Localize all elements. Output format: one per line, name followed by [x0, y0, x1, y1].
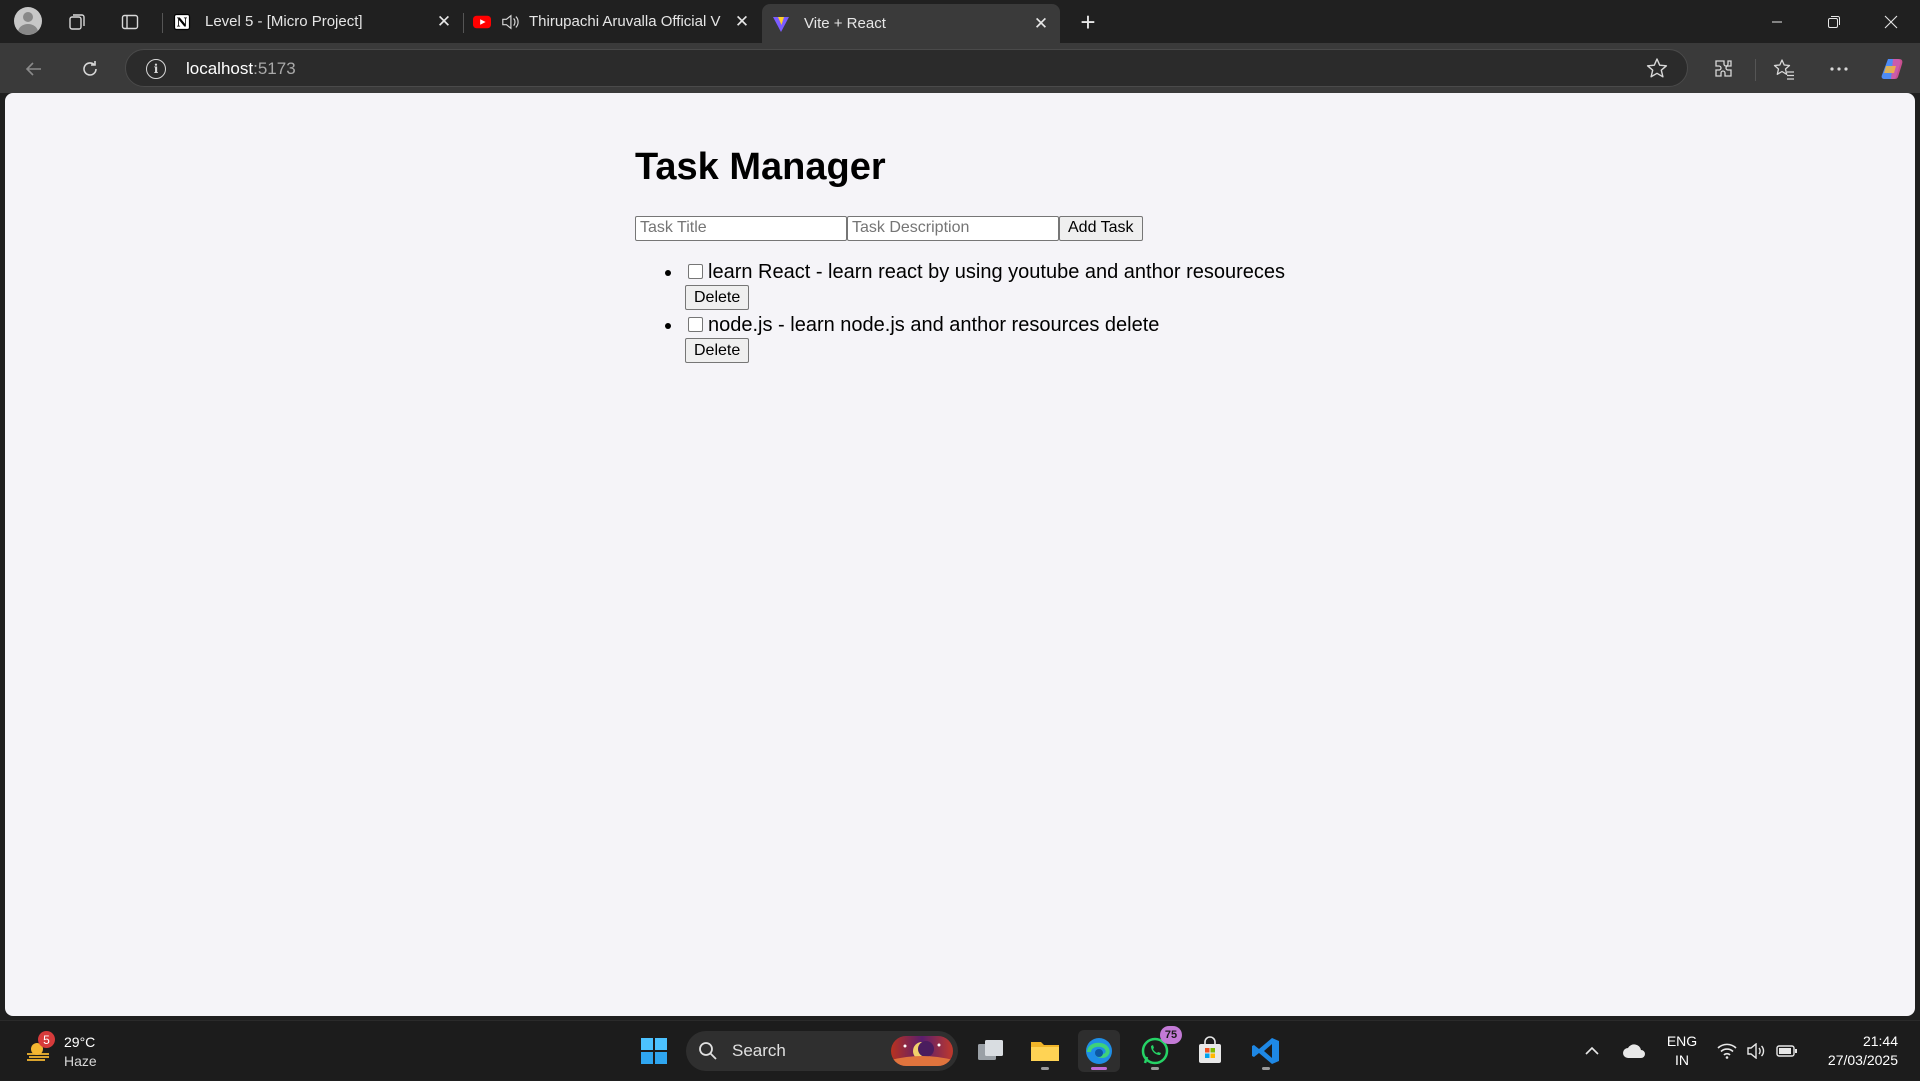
- task-checkbox[interactable]: [688, 316, 703, 332]
- tab-close-icon[interactable]: ✕: [1030, 13, 1052, 35]
- tab-level-5[interactable]: N Level 5 - [Micro Project] ✕: [163, 4, 463, 39]
- tab-close-icon[interactable]: ✕: [731, 11, 753, 33]
- weather-badge: 5: [38, 1031, 55, 1048]
- tab-title: Level 5 - [Micro Project]: [205, 13, 363, 30]
- battery-icon[interactable]: [1775, 1021, 1799, 1081]
- delete-task-button[interactable]: Delete: [685, 338, 750, 363]
- extensions-icon[interactable]: [1708, 53, 1740, 85]
- system-clock[interactable]: 21:44 27/03/2025: [1812, 1032, 1898, 1070]
- add-task-button[interactable]: Add Task: [1059, 215, 1143, 241]
- tab-youtube[interactable]: Thirupachi Aruvalla Official V ✕: [463, 4, 761, 39]
- search-icon: [699, 1042, 717, 1060]
- task-checkbox[interactable]: [688, 263, 703, 279]
- toolbar-divider: [1755, 59, 1756, 81]
- address-bar[interactable]: i localhost:5173: [125, 49, 1688, 87]
- site-info-icon[interactable]: i: [146, 59, 166, 79]
- task-text: learn React - learn react by using youtu…: [708, 260, 1286, 283]
- task-form: Add Task: [635, 215, 1395, 241]
- vscode-icon: [1252, 1038, 1279, 1064]
- url-port: :5173: [253, 59, 296, 78]
- tab-vite-react[interactable]: Vite + React ✕: [762, 4, 1060, 43]
- speaker-icon[interactable]: [501, 13, 519, 31]
- vscode-app[interactable]: [1245, 1030, 1287, 1072]
- whatsapp-badge: 75: [1160, 1026, 1182, 1044]
- clock-date: 27/03/2025: [1827, 1052, 1898, 1068]
- vite-icon: [772, 15, 790, 33]
- delete-task-button[interactable]: Delete: [685, 285, 750, 310]
- back-arrow-icon[interactable]: [18, 53, 50, 85]
- tab-close-icon[interactable]: ✕: [433, 11, 455, 33]
- page-viewport: Task Manager Add Task learn React - lear…: [5, 93, 1915, 1016]
- task-list: learn React - learn react by using youtu…: [635, 259, 1395, 363]
- store-bag-icon: [1199, 1036, 1221, 1063]
- vertical-tabs-icon[interactable]: [115, 8, 145, 36]
- start-button[interactable]: [633, 1030, 675, 1072]
- whatsapp-app[interactable]: 75: [1134, 1026, 1182, 1072]
- workspaces-icon[interactable]: [62, 8, 92, 36]
- windows-taskbar: 5 29°C Haze Search 75 ENG IN 21:44 27/03…: [0, 1020, 1920, 1080]
- notion-icon: N: [173, 13, 191, 31]
- url-host: localhost: [186, 59, 254, 78]
- restore-icon[interactable]: [1805, 0, 1863, 43]
- youtube-icon: [473, 13, 491, 31]
- browser-toolbar: i localhost:5173: [0, 43, 1920, 93]
- more-menu-icon[interactable]: [1823, 53, 1855, 85]
- favorites-icon[interactable]: [1768, 53, 1800, 85]
- search-highlight-art: [891, 1036, 953, 1066]
- running-indicator: [1041, 1067, 1049, 1070]
- task-view-app[interactable]: [970, 1030, 1012, 1072]
- minimize-icon[interactable]: [1748, 0, 1806, 43]
- task-manager-app: Task Manager Add Task learn React - lear…: [635, 145, 1395, 365]
- running-indicator: [1091, 1067, 1107, 1070]
- edge-icon: [1086, 1038, 1112, 1064]
- windows-logo-icon: [641, 1038, 667, 1064]
- language-indicator[interactable]: ENG IN: [1664, 1032, 1700, 1070]
- task-view-icon: [978, 1040, 1003, 1060]
- language-secondary: IN: [1675, 1052, 1689, 1068]
- language-primary: ENG: [1666, 1033, 1698, 1049]
- new-tab-plus-icon[interactable]: +: [1073, 7, 1103, 37]
- volume-icon[interactable]: [1745, 1021, 1767, 1081]
- clock-time: 21:44: [1862, 1033, 1898, 1049]
- task-description-input[interactable]: [847, 215, 1059, 241]
- favorite-star-icon[interactable]: [1645, 56, 1669, 80]
- list-item: learn React - learn react by using youtu…: [665, 259, 1395, 310]
- weather-condition: Haze: [64, 1053, 97, 1069]
- list-item: node.js - learn node.js and anthor resou…: [665, 312, 1395, 363]
- show-hidden-icons-chevron-icon[interactable]: [1582, 1021, 1602, 1081]
- weather-widget[interactable]: 5 29°C Haze: [22, 1031, 102, 1073]
- tab-title: Vite + React: [804, 15, 886, 32]
- profile-avatar-icon[interactable]: [12, 5, 44, 37]
- wifi-icon[interactable]: [1716, 1021, 1738, 1081]
- microsoft-store-app[interactable]: [1189, 1030, 1231, 1072]
- copilot-icon[interactable]: [1877, 53, 1909, 85]
- folder-icon: [1031, 1042, 1059, 1061]
- running-indicator: [1262, 1067, 1270, 1070]
- task-title-input[interactable]: [635, 215, 847, 241]
- browser-tab-bar: N Level 5 - [Micro Project] ✕ Thirupachi…: [0, 0, 1920, 43]
- edge-browser-app[interactable]: [1078, 1030, 1120, 1072]
- page-title: Task Manager: [635, 146, 886, 188]
- tab-title: Thirupachi Aruvalla Official V: [529, 13, 721, 30]
- taskbar-search[interactable]: Search: [686, 1031, 958, 1071]
- address-url: localhost:5173: [186, 59, 296, 79]
- close-window-icon[interactable]: [1862, 0, 1920, 43]
- file-explorer-app[interactable]: [1024, 1030, 1066, 1072]
- task-text: node.js - learn node.js and anthor resou…: [708, 313, 1160, 336]
- running-indicator: [1151, 1067, 1159, 1070]
- refresh-icon[interactable]: [74, 53, 106, 85]
- search-label: Search: [732, 1041, 786, 1060]
- svg-text:N: N: [177, 15, 188, 29]
- weather-temp: 29°C: [64, 1034, 96, 1050]
- onedrive-cloud-icon[interactable]: [1620, 1021, 1648, 1081]
